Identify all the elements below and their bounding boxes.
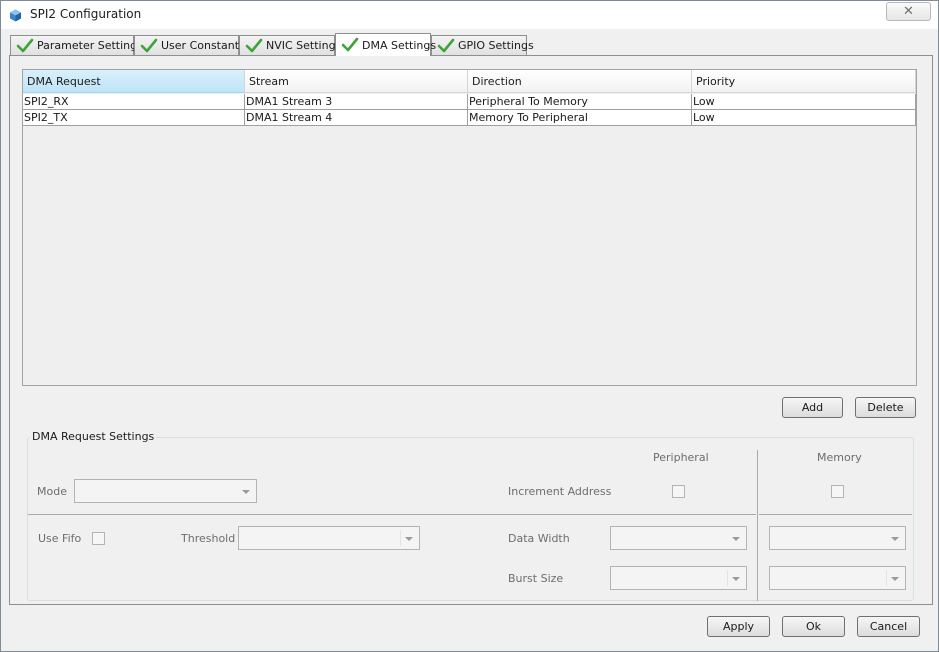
cell-direction: Memory To Peripheral (468, 110, 692, 126)
peripheral-data-width-select[interactable] (610, 526, 747, 550)
table-row[interactable]: SPI2_TX DMA1 Stream 4 Memory To Peripher… (23, 110, 916, 126)
peripheral-header: Peripheral (653, 451, 709, 464)
cell-stream: DMA1 Stream 3 (245, 94, 468, 110)
ok-button[interactable]: Ok (782, 616, 845, 637)
chevron-down-icon (732, 537, 740, 541)
divider (28, 514, 756, 515)
apply-button[interactable]: Apply (707, 616, 770, 637)
cancel-button[interactable]: Cancel (857, 616, 920, 637)
threshold-select[interactable] (238, 526, 420, 550)
column-header-stream[interactable]: Stream (245, 70, 468, 93)
memory-burst-size-select[interactable] (769, 566, 906, 590)
dma-request-table: DMA Request Stream Direction Priority SP… (22, 69, 917, 386)
app-cube-icon (10, 9, 21, 22)
add-button[interactable]: Add (782, 397, 843, 418)
peripheral-increment-checkbox[interactable] (672, 485, 685, 498)
combo-separator (886, 570, 887, 586)
tab-label: GPIO Settings (458, 39, 534, 52)
column-header-priority[interactable]: Priority (692, 70, 916, 93)
tab-label: Parameter Settings (37, 39, 143, 52)
group-title: DMA Request Settings (30, 430, 157, 443)
combo-separator (727, 570, 728, 586)
cell-priority: Low (692, 94, 916, 110)
tab-parameter-settings[interactable]: Parameter Settings (10, 35, 143, 55)
threshold-label: Threshold (181, 532, 236, 545)
window-title: SPI2 Configuration (30, 7, 142, 21)
memory-increment-checkbox[interactable] (831, 485, 844, 498)
use-fifo-checkbox[interactable] (92, 532, 105, 545)
chevron-down-icon (242, 490, 250, 494)
increment-address-label: Increment Address (508, 485, 612, 498)
column-header-direction[interactable]: Direction (468, 70, 692, 93)
use-fifo-label: Use Fifo (38, 532, 82, 545)
delete-button[interactable]: Delete (855, 397, 916, 418)
tab-label: NVIC Settings (266, 39, 342, 52)
dma-settings-panel: DMA Request Stream Direction Priority SP… (9, 55, 933, 605)
dialog-window: SPI2 Configuration ✕ Parameter Settings … (0, 0, 939, 652)
cell-dma-request: SPI2_TX (23, 110, 245, 126)
combo-separator (400, 530, 401, 546)
cell-dma-request: SPI2_RX (23, 94, 245, 110)
mode-select[interactable] (74, 479, 257, 503)
chevron-down-icon (405, 537, 413, 541)
tab-dma-settings[interactable]: DMA Settings (335, 33, 436, 56)
close-button[interactable]: ✕ (886, 2, 931, 21)
check-icon (245, 38, 263, 52)
tab-nvic-settings[interactable]: NVIC Settings (239, 35, 341, 55)
check-icon (341, 37, 359, 52)
tab-user-constants[interactable]: User Constants (134, 35, 245, 55)
tab-label: DMA Settings (362, 38, 437, 52)
burst-size-label: Burst Size (508, 572, 564, 585)
chevron-down-icon (891, 537, 899, 541)
column-header-dma-request[interactable]: DMA Request (23, 70, 245, 93)
cell-direction: Peripheral To Memory (468, 94, 692, 110)
chevron-down-icon (732, 577, 740, 581)
check-icon (140, 38, 158, 52)
table-row[interactable]: SPI2_RX DMA1 Stream 3 Peripheral To Memo… (23, 94, 916, 110)
table-header: DMA Request Stream Direction Priority (23, 70, 916, 93)
divider (759, 514, 912, 515)
title-bar: SPI2 Configuration ✕ (1, 1, 938, 29)
tab-gpio-settings[interactable]: GPIO Settings (431, 35, 534, 55)
tab-label: User Constants (161, 39, 245, 52)
check-icon (16, 38, 34, 52)
column-divider (757, 450, 758, 601)
chevron-down-icon (891, 577, 899, 581)
memory-data-width-select[interactable] (769, 526, 906, 550)
mode-label: Mode (37, 485, 67, 498)
data-width-label: Data Width (508, 532, 570, 545)
memory-header: Memory (817, 451, 862, 464)
check-icon (437, 38, 455, 52)
cell-priority: Low (692, 110, 916, 126)
cell-stream: DMA1 Stream 4 (245, 110, 468, 126)
peripheral-burst-size-select[interactable] (610, 566, 747, 590)
close-icon: ✕ (903, 4, 914, 19)
